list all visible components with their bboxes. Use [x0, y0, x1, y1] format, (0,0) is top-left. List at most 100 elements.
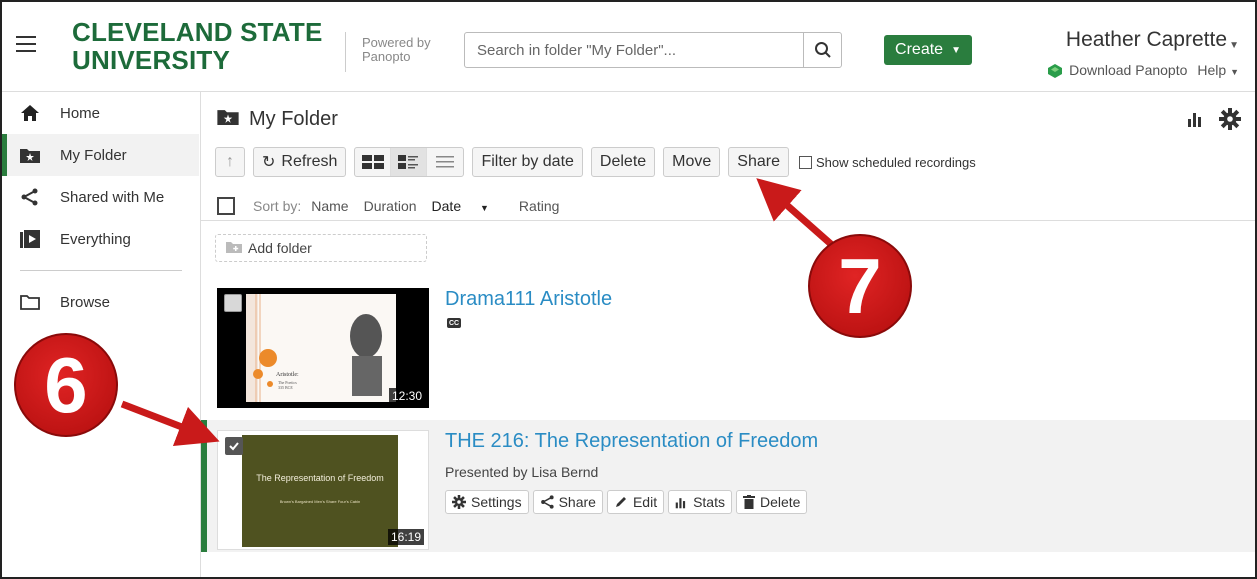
slide-subtitle-text: Brown's Bargained Men's Share Four's Cab… — [279, 499, 361, 504]
sort-bar: Sort by: Name Duration Date ▼ Rating — [217, 191, 1255, 221]
view-thumbnail-button[interactable] — [355, 148, 392, 176]
star-folder-icon — [20, 146, 42, 164]
slide-title-text: The Representation of Freedom — [256, 473, 384, 483]
pencil-icon — [615, 497, 626, 507]
share-button[interactable]: Share — [728, 147, 789, 177]
session-title-link[interactable]: THE 216: The Representation of Freedom — [445, 430, 818, 453]
delete-label: Delete — [759, 494, 801, 510]
settings-label: Settings — [471, 494, 522, 510]
search-input[interactable] — [465, 33, 805, 67]
help-label: Help — [1197, 62, 1227, 79]
closed-captions-icon: CC — [447, 318, 461, 328]
gear-icon[interactable] — [1219, 108, 1241, 130]
create-label: Create — [895, 41, 944, 58]
powered-line1: Powered by — [362, 35, 431, 50]
sort-duration[interactable]: Duration — [364, 198, 417, 214]
panopto-logo-icon — [1048, 64, 1063, 79]
help-menu[interactable]: Help ▼ — [1197, 62, 1239, 78]
hamburger-menu-icon[interactable] — [16, 36, 36, 52]
sort-by-label: Sort by: — [253, 198, 302, 214]
slide-subtitle2-text: 335 BCE — [278, 385, 293, 390]
stats-icon[interactable] — [1187, 110, 1205, 128]
duration-badge: 12:30 — [388, 388, 425, 404]
view-detail-button[interactable] — [391, 148, 428, 176]
arrow-up-icon: ↑ — [226, 153, 234, 170]
user-menu[interactable]: Heather Caprette — [1066, 28, 1227, 52]
settings-button[interactable]: Settings — [445, 490, 529, 514]
delete-session-button[interactable]: Delete — [735, 490, 808, 514]
stats-icon — [675, 497, 686, 508]
main-content: My Folder ↑ ↻ Refresh Filter by date Dele… — [201, 92, 1255, 577]
share-session-button[interactable]: Share — [532, 490, 603, 514]
select-all-checkbox[interactable] — [217, 197, 235, 215]
download-label: Download Panopto — [1069, 62, 1188, 78]
share-label: Share — [558, 494, 596, 510]
session-row-selected: The Representation of Freedom Brown's Ba… — [201, 420, 1255, 552]
refresh-button[interactable]: ↻ Refresh — [253, 147, 347, 177]
share-icon — [540, 495, 554, 509]
sort-date-label: Date — [431, 198, 462, 214]
share-icon — [20, 188, 42, 206]
sidebar-item-label: My Folder — [60, 146, 127, 164]
trash-icon — [742, 495, 755, 509]
annotation-badge-7: 7 — [808, 234, 912, 338]
delete-button[interactable]: Delete — [590, 147, 656, 177]
sidebar-item-label: Shared with Me — [60, 188, 165, 206]
sort-name[interactable]: Name — [311, 198, 348, 214]
session-checkbox[interactable] — [224, 294, 242, 312]
session-title-link[interactable]: Drama111 Aristotle — [445, 288, 612, 311]
star-folder-icon — [217, 108, 239, 131]
stats-button[interactable]: Stats — [668, 490, 732, 514]
create-button[interactable]: Create ▼ — [884, 35, 972, 65]
checkmark-icon — [229, 442, 239, 451]
view-list-button[interactable] — [427, 148, 463, 176]
sidebar-divider — [20, 270, 182, 271]
divider — [201, 220, 1255, 221]
detail-view-icon — [397, 155, 418, 169]
powered-line2: Panopto — [362, 49, 411, 64]
sidebar-item-browse[interactable]: Browse — [2, 281, 199, 323]
caret-down-icon: ▼ — [1229, 40, 1239, 51]
filter-by-date-button[interactable]: Filter by date — [472, 147, 583, 177]
sidebar-item-label: Everything — [60, 230, 131, 248]
sidebar-item-label: Browse — [60, 293, 111, 311]
gear-icon — [452, 495, 466, 509]
session-thumbnail[interactable]: The Representation of Freedom Brown's Ba… — [217, 430, 429, 550]
logo-line2: UNIVERSITY — [72, 45, 231, 75]
edit-button[interactable]: Edit — [606, 490, 665, 514]
sort-date[interactable]: Date ▼ — [432, 198, 504, 214]
list-view-icon — [436, 156, 455, 168]
sidebar-item-everything[interactable]: Everything — [2, 218, 199, 260]
slide-preview: The Representation of Freedom Brown's Ba… — [242, 435, 398, 547]
up-folder-button[interactable]: ↑ — [215, 147, 245, 177]
logo-divider — [345, 32, 346, 72]
add-folder-button[interactable]: Add folder — [215, 234, 427, 262]
header-links: Download Panopto Help ▼ — [1048, 62, 1239, 79]
view-switcher — [354, 147, 465, 177]
sidebar-item-my-folder[interactable]: My Folder — [2, 134, 199, 176]
sidebar-item-shared[interactable]: Shared with Me — [2, 176, 199, 218]
university-logo[interactable]: CLEVELAND STATE UNIVERSITY — [72, 18, 322, 74]
presenter-text: Presented by Lisa Bernd — [445, 464, 599, 480]
edit-label: Edit — [632, 494, 658, 510]
app-window: CLEVELAND STATE UNIVERSITY Powered by Pa… — [0, 0, 1257, 579]
refresh-label: Refresh — [281, 153, 338, 170]
session-checkbox-checked[interactable] — [225, 437, 243, 455]
sort-rating[interactable]: Rating — [519, 198, 559, 214]
sidebar-item-home[interactable]: Home — [2, 92, 199, 134]
download-panopto-link[interactable]: Download Panopto — [1048, 62, 1188, 79]
annotation-badge-6: 6 — [14, 333, 118, 437]
top-header: CLEVELAND STATE UNIVERSITY Powered by Pa… — [2, 2, 1255, 92]
sidebar: Home My Folder Shared with Me Everything… — [2, 92, 201, 577]
slide-title-text: Aristotle: — [276, 372, 299, 378]
powered-by-panopto: Powered by Panopto — [362, 36, 431, 64]
session-thumbnail[interactable]: Aristotle: The Poetics 335 BCE 12:30 — [217, 288, 429, 408]
show-scheduled-checkbox[interactable] — [799, 155, 812, 169]
show-scheduled-toggle[interactable]: Show scheduled recordings — [799, 155, 976, 170]
move-button[interactable]: Move — [663, 147, 721, 177]
search-icon — [814, 42, 831, 58]
logo-line1: CLEVELAND STATE — [72, 17, 323, 47]
search-button[interactable] — [803, 33, 841, 67]
add-folder-label: Add folder — [248, 240, 312, 256]
session-row: Aristotle: The Poetics 335 BCE 12:30 Dra… — [201, 288, 1255, 420]
